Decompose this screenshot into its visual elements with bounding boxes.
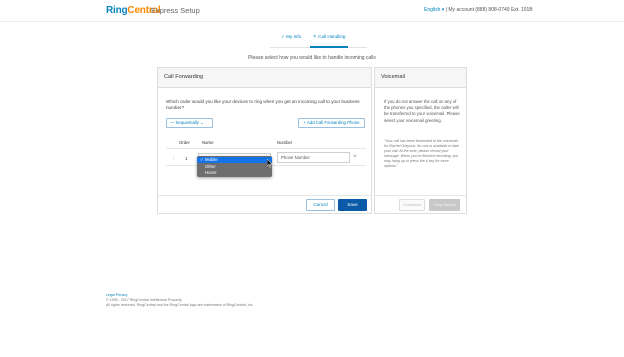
column-number: Number (277, 140, 293, 145)
logo-ring-text: Ring (106, 5, 128, 16)
menu-item-label: Mobile (205, 157, 218, 162)
voicemail-header: Voicemail (375, 68, 466, 88)
cancel-button[interactable]: Cancel (306, 199, 335, 211)
delete-row-icon[interactable]: × (353, 154, 357, 160)
voicemail-card: Voicemail If you do not answer the call … (374, 67, 467, 214)
instruction-text: Please select how you would like to hand… (248, 55, 376, 61)
call-forwarding-title: Call Forwarding (164, 74, 204, 80)
header-divider (0, 21, 624, 22)
top-header: RingCentral Express Setup English ▾ | My… (0, 0, 624, 21)
column-order: Order (179, 140, 190, 145)
mouse-cursor-icon (267, 159, 273, 168)
language-selector[interactable]: English ▾ (424, 7, 444, 13)
add-forwarding-phone-button[interactable]: + Add Call Forwarding Phone (298, 118, 365, 128)
ring-mode-dropdown[interactable]: — Sequentially ⌄ (166, 118, 213, 128)
name-options-menu: ✓ Mobile Other Home (197, 156, 272, 177)
save-button[interactable]: Save (338, 199, 367, 211)
menu-item-label: Other (205, 163, 216, 169)
header-account-area: English ▾ | My account (888) 808-0749 Ex… (424, 7, 533, 13)
step-my-info[interactable]: ✓ My Info (281, 34, 301, 40)
voicemail-title: Voicemail (381, 74, 405, 80)
voicemail-footer-divider (375, 195, 466, 196)
legal-privacy-links[interactable]: Legal Privacy (106, 293, 128, 297)
footer-copyright: © 1999 - 2017 RingCentral Intellectual P… (106, 298, 183, 302)
footer-links: Legal Privacy (106, 293, 128, 297)
voicemail-greeting-text: "Your call has been forwarded to the voi… (384, 139, 460, 169)
table-header-divider (166, 148, 366, 149)
footer-trademark: All rights reserved. RingCentral and the… (106, 303, 254, 307)
ring-order-question: Which order would you like your devices … (166, 99, 360, 111)
column-name: Name (202, 140, 214, 145)
customize-button[interactable]: Customize (399, 199, 425, 211)
menu-item-other[interactable]: Other (197, 164, 272, 170)
call-forwarding-card: Call Forwarding Which order would you li… (157, 67, 372, 214)
check-icon: ✓ (200, 157, 204, 162)
step-call-handling[interactable]: ✎ Call Handling (313, 34, 345, 40)
voicemail-description: If you do not answer the call on any of … (384, 99, 460, 123)
drag-handle-icon[interactable]: ⋮ (171, 155, 176, 161)
keep-default-button[interactable]: Keep Default (429, 199, 460, 211)
menu-item-label: Home (205, 170, 217, 175)
app-subtitle: Express Setup (151, 6, 200, 15)
menu-item-mobile[interactable]: ✓ Mobile (197, 157, 272, 163)
menu-item-home[interactable]: Home (197, 170, 272, 176)
call-forwarding-footer-divider (158, 195, 371, 196)
active-step-indicator (310, 46, 348, 48)
row-order: 1 (185, 156, 188, 161)
call-forwarding-header: Call Forwarding (158, 68, 371, 88)
my-account-link[interactable]: | My account (446, 7, 474, 13)
account-phone: (888) 808-0749 Ext. 101B (475, 7, 533, 13)
phone-number-input[interactable]: Phone Number (277, 152, 350, 163)
